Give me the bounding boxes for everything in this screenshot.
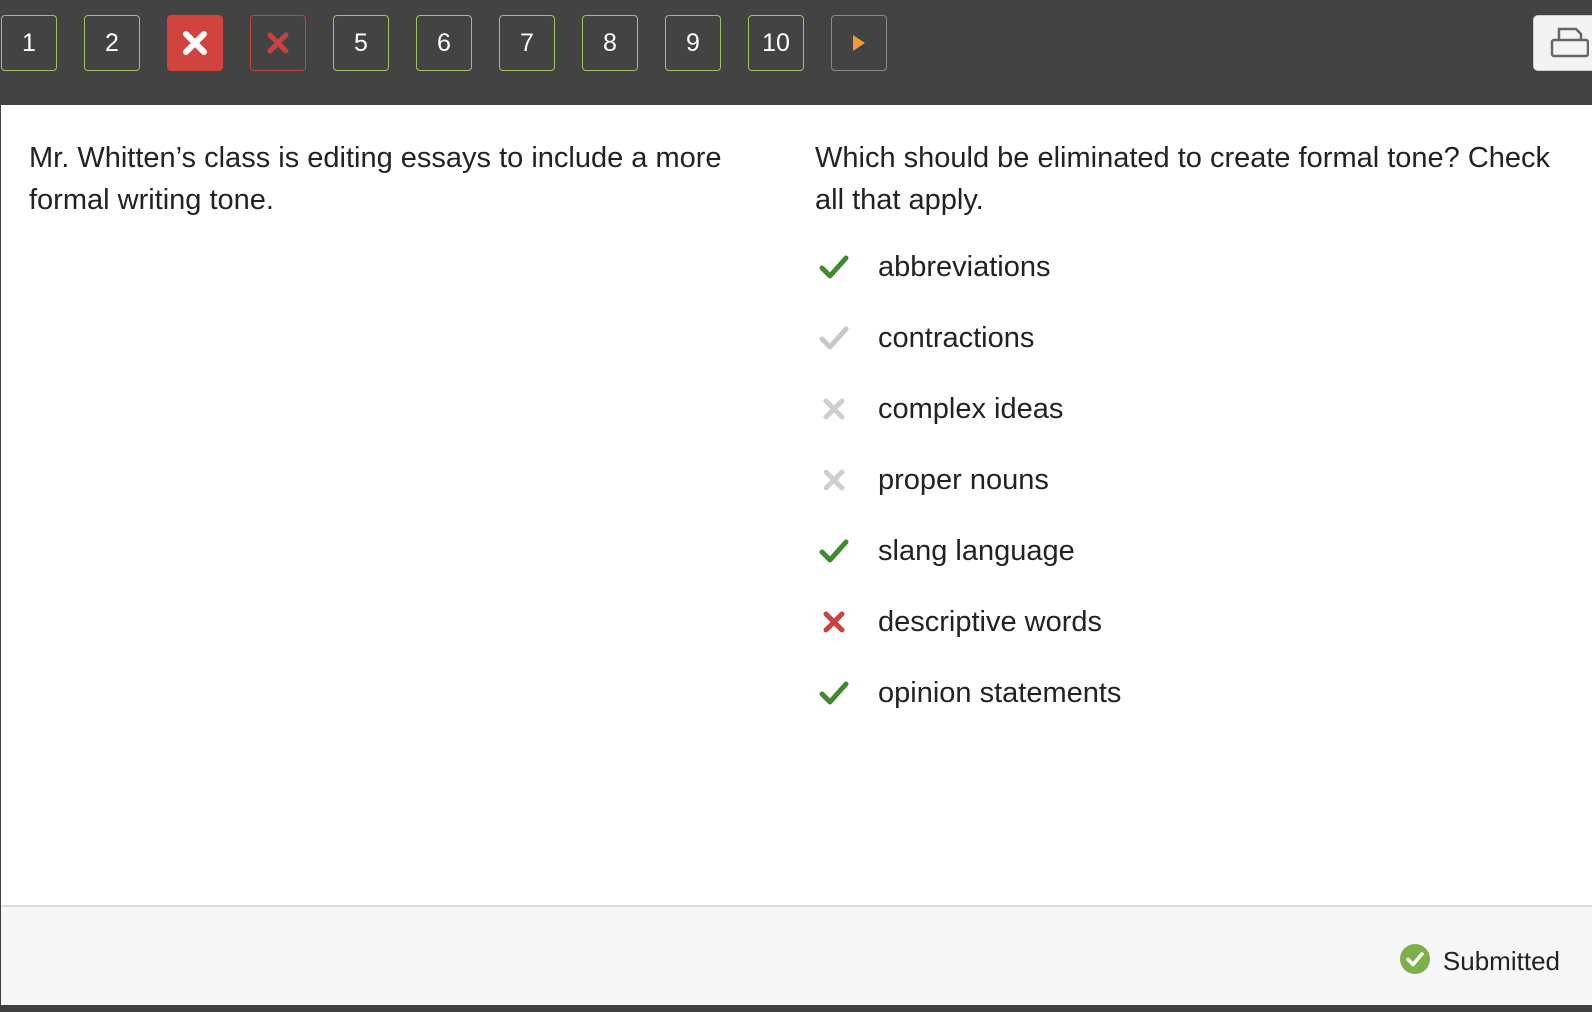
status-label: Submitted — [1442, 945, 1560, 976]
option-label: contractions — [878, 321, 1035, 354]
print-button[interactable] — [1533, 15, 1592, 71]
question-8-button[interactable]: 8 — [582, 15, 638, 71]
x-icon — [181, 29, 209, 57]
question-number: 1 — [22, 28, 36, 57]
check-circle-icon — [1399, 943, 1431, 980]
question-content: Mr. Whitten’s class is editing essays to… — [1, 105, 1592, 905]
question-number: 7 — [520, 28, 534, 57]
question-number: 9 — [686, 28, 700, 57]
option-label: abbreviations — [878, 250, 1051, 283]
x-icon — [817, 392, 851, 426]
x-icon — [817, 605, 851, 639]
question-4-button[interactable] — [250, 15, 306, 71]
play-arrow-icon — [851, 33, 867, 53]
question-number: 2 — [105, 28, 119, 57]
question-2-button[interactable]: 2 — [84, 15, 140, 71]
check-icon — [817, 250, 851, 284]
question-10-button[interactable]: 10 — [748, 15, 804, 71]
question-navigation-bar: 1 2 5 6 7 8 9 10 — [0, 0, 1592, 105]
option-complex-ideas[interactable]: complex ideas — [817, 388, 1417, 430]
option-label: descriptive words — [878, 605, 1103, 638]
question-number: 6 — [437, 28, 451, 57]
option-label: proper nouns — [878, 463, 1049, 496]
question-5-button[interactable]: 5 — [333, 15, 389, 71]
question-6-button[interactable]: 6 — [416, 15, 472, 71]
question-text: Which should be eliminated to create for… — [815, 142, 1551, 216]
check-icon — [817, 321, 851, 355]
question-7-button[interactable]: 7 — [499, 15, 555, 71]
question-3-button[interactable] — [167, 15, 223, 71]
option-descriptive-words[interactable]: descriptive words — [817, 601, 1417, 643]
option-contractions[interactable]: contractions — [817, 317, 1417, 359]
option-label: complex ideas — [878, 392, 1064, 425]
question-number: 5 — [354, 28, 368, 57]
question-number: 10 — [762, 28, 790, 57]
question-footer: Submitted — [1, 905, 1592, 1005]
option-slang-language[interactable]: slang language — [817, 530, 1417, 572]
question-prompt: Mr. Whitten’s class is editing essays to… — [29, 142, 722, 216]
check-icon — [817, 676, 851, 710]
option-opinion-statements[interactable]: opinion statements — [817, 672, 1417, 714]
check-icon — [817, 534, 851, 568]
option-abbreviations[interactable]: abbreviations — [817, 246, 1417, 288]
option-label: opinion statements — [878, 676, 1122, 709]
x-icon — [265, 30, 291, 56]
next-question-button[interactable] — [831, 15, 887, 71]
x-icon — [817, 463, 851, 497]
option-label: slang language — [878, 534, 1075, 567]
question-9-button[interactable]: 9 — [665, 15, 721, 71]
option-proper-nouns[interactable]: proper nouns — [817, 459, 1417, 501]
question-1-button[interactable]: 1 — [1, 15, 57, 71]
question-number: 8 — [603, 28, 617, 57]
submission-status: Submitted — [1399, 941, 1560, 981]
